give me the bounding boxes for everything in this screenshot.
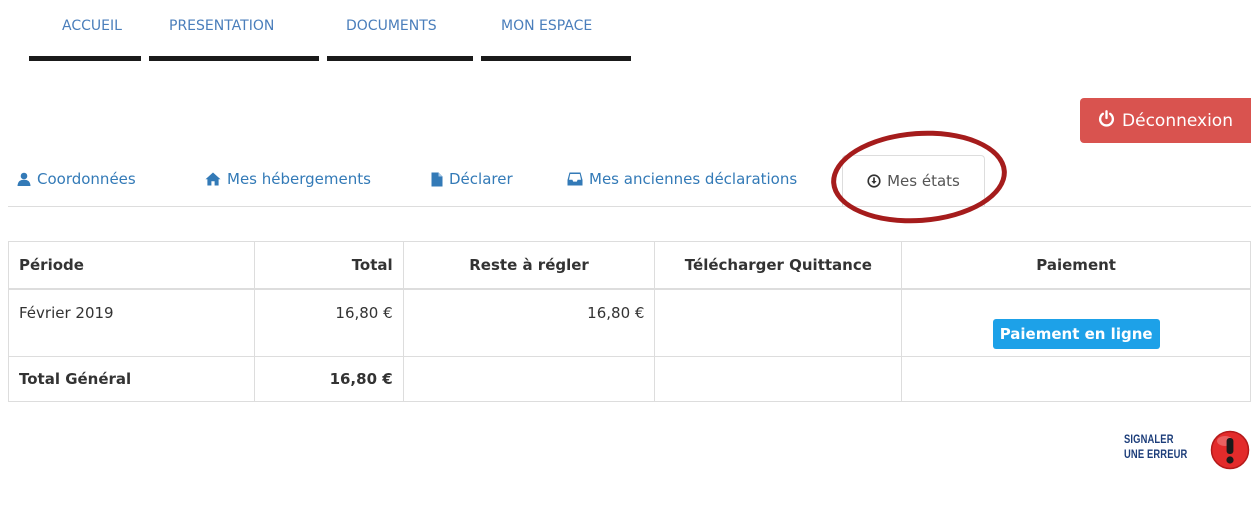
cell-periode: Février 2019: [8, 288, 255, 357]
cell-paiement: Paiement en ligne: [901, 288, 1251, 357]
tab-anciennes-declarations[interactable]: Mes anciennes déclarations: [567, 170, 797, 188]
total-empty-cell: [654, 356, 903, 402]
tab-declarer[interactable]: Déclarer: [431, 170, 513, 188]
nav-item-mon-espace[interactable]: MON ESPACE: [501, 18, 592, 34]
total-empty-cell: [901, 356, 1251, 402]
home-icon: [205, 172, 221, 186]
tab-label: Mes anciennes déclarations: [589, 170, 798, 188]
pay-online-button[interactable]: Paiement en ligne: [992, 318, 1160, 349]
table-total-row: Total Général 16,80 €: [8, 356, 1251, 402]
nav-underline-documents: [327, 56, 473, 61]
header-periode: Période: [8, 241, 255, 290]
cell-total: 16,80 €: [253, 288, 404, 357]
report-line-1: SIGNALER: [1124, 432, 1174, 446]
logout-label: Déconnexion: [1122, 110, 1233, 131]
tab-label: Déclarer: [449, 170, 513, 188]
tabs-divider: [8, 206, 1251, 207]
tab-label: Mes états: [887, 172, 960, 190]
nav-underline-accueil: [29, 56, 141, 61]
header-paiement: Paiement: [901, 241, 1251, 290]
alert-icon[interactable]: [1210, 430, 1250, 470]
nav-item-presentation[interactable]: PRESENTATION: [169, 18, 274, 34]
download-circle-icon: [867, 174, 881, 188]
tab-hebergements[interactable]: Mes hébergements: [205, 170, 371, 188]
nav-underline-mon-espace: [481, 56, 631, 61]
inbox-icon: [567, 172, 583, 186]
table-header-row: Période Total Reste à régler Télécharger…: [8, 241, 1251, 290]
total-value: 16,80 €: [253, 356, 404, 402]
total-label: Total Général: [8, 356, 255, 402]
power-icon: [1098, 109, 1115, 132]
cell-reste: 16,80 €: [402, 288, 656, 357]
report-line-2: UNE ERREUR: [1124, 447, 1188, 461]
tab-label: Mes hébergements: [227, 170, 371, 188]
tab-coordonnees[interactable]: Coordonnées: [17, 170, 136, 188]
nav-underline-presentation: [149, 56, 319, 61]
user-icon: [17, 172, 31, 186]
header-reste: Reste à régler: [402, 241, 656, 290]
header-total: Total: [253, 241, 404, 290]
nav-item-documents[interactable]: DOCUMENTS: [346, 18, 437, 34]
header-quittance: Télécharger Quittance: [654, 241, 903, 290]
report-error-link[interactable]: SIGNALER UNE ERREUR: [1124, 432, 1187, 462]
page: ACCUEIL PRESENTATION DOCUMENTS MON ESPAC…: [0, 0, 1251, 525]
nav-item-accueil[interactable]: ACCUEIL: [62, 18, 122, 34]
table-row: Février 2019 16,80 € 16,80 € Paiement en…: [8, 288, 1251, 357]
states-table: Période Total Reste à régler Télécharger…: [8, 241, 1251, 402]
total-empty-cell: [402, 356, 656, 402]
tab-label: Coordonnées: [37, 170, 136, 188]
logout-button[interactable]: Déconnexion: [1080, 98, 1251, 143]
file-icon: [431, 172, 443, 187]
tab-mes-etats[interactable]: Mes états: [842, 155, 985, 207]
cell-quittance: [654, 288, 903, 357]
